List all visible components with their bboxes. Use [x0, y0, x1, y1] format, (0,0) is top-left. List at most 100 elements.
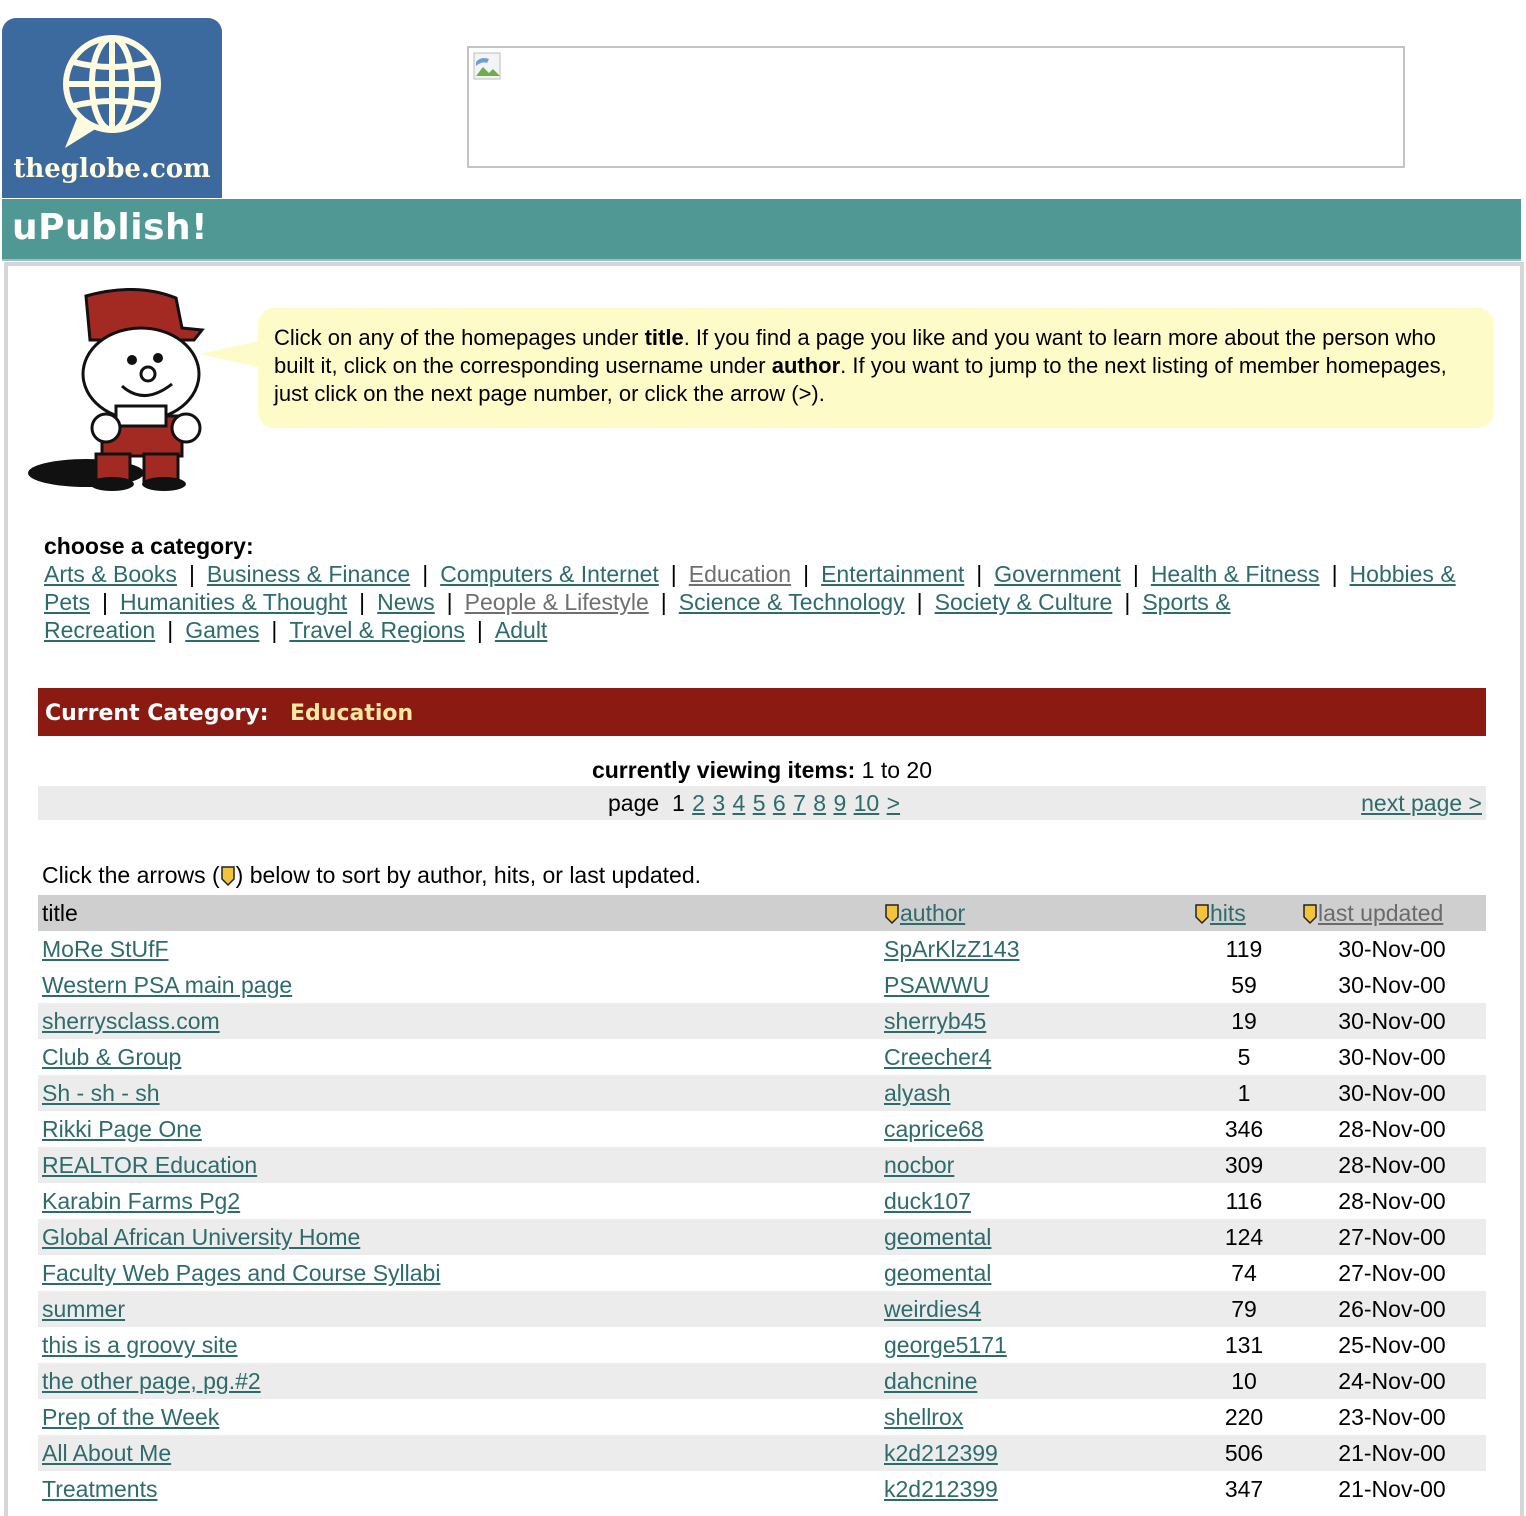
homepage-title-link[interactable]: Karabin Farms Pg2: [42, 1188, 240, 1214]
logo-text: theglobe.com: [13, 154, 211, 184]
table-row: MoRe StUfF SpArKlzZ143 119 30-Nov-00: [38, 931, 1486, 967]
author-link[interactable]: geomental: [884, 1224, 991, 1250]
category-link-government[interactable]: Government: [994, 561, 1121, 587]
author-link[interactable]: k2d212399: [884, 1440, 998, 1466]
page-link-5[interactable]: 5: [753, 790, 766, 816]
category-link-travel-regions[interactable]: Travel & Regions: [289, 617, 465, 643]
author-link[interactable]: caprice68: [884, 1116, 984, 1142]
site-logo[interactable]: theglobe.com: [2, 18, 222, 198]
column-header-last-updated[interactable]: last updated: [1298, 895, 1486, 931]
section-header: uPublish!: [2, 199, 1521, 261]
author-link[interactable]: PSAWWU: [884, 972, 989, 998]
table-row: Karabin Farms Pg2 duck107 116 28-Nov-00: [38, 1183, 1486, 1219]
author-link[interactable]: sherryb45: [884, 1008, 986, 1034]
homepage-title-link[interactable]: sherrysclass.com: [42, 1008, 220, 1034]
page-link-7[interactable]: 7: [793, 790, 806, 816]
table-row: REALTOR Education nocbor 309 28-Nov-00: [38, 1147, 1486, 1183]
category-link-adult[interactable]: Adult: [495, 617, 547, 643]
page-link-4[interactable]: 4: [733, 790, 746, 816]
updated-value: 21-Nov-00: [1338, 1475, 1446, 1502]
homepage-title-link[interactable]: Treatments: [42, 1476, 157, 1502]
category-link-arts-books[interactable]: Arts & Books: [44, 561, 177, 587]
updated-value: 21-Nov-00: [1298, 1435, 1486, 1471]
author-link[interactable]: george5171: [884, 1332, 1007, 1358]
category-link-society-culture[interactable]: Society & Culture: [935, 589, 1113, 615]
page-link-3[interactable]: 3: [712, 790, 725, 816]
homepage-title-link[interactable]: All About Me: [42, 1440, 171, 1466]
page-link-2[interactable]: 2: [692, 790, 705, 816]
category-link-entertainment[interactable]: Entertainment: [821, 561, 964, 587]
author-link[interactable]: shellrox: [884, 1404, 963, 1430]
homepage-title-link[interactable]: REALTOR Education: [42, 1152, 257, 1178]
author-link[interactable]: nocbor: [884, 1152, 954, 1178]
updated-value: 30-Nov-00: [1298, 1003, 1486, 1039]
author-link[interactable]: duck107: [884, 1188, 971, 1214]
banner-ad[interactable]: [467, 46, 1405, 168]
column-header-title: title: [38, 895, 880, 931]
author-link[interactable]: alyash: [884, 1080, 950, 1106]
table-header-row: title author hits last updated: [38, 895, 1486, 931]
author-link[interactable]: dahcnine: [884, 1368, 977, 1394]
current-category-value: Education: [290, 701, 414, 726]
updated-value: 30-Nov-00: [1338, 935, 1446, 962]
homepage-title-link[interactable]: Prep of the Week: [42, 1404, 219, 1430]
category-link-games[interactable]: Games: [185, 617, 259, 643]
homepage-title-link[interactable]: Faculty Web Pages and Course Syllabi: [42, 1260, 440, 1286]
sort-by-author-link[interactable]: author: [900, 900, 965, 926]
category-link-health-fitness[interactable]: Health & Fitness: [1151, 561, 1320, 587]
table-row: this is a groovy site george5171 131 25-Nov…: [38, 1327, 1486, 1363]
current-category-label: Current Category:: [45, 701, 269, 726]
category-link-people-lifestyle[interactable]: People & Lifestyle: [465, 589, 649, 615]
page-next-arrow[interactable]: >: [887, 790, 900, 816]
homepage-title-link[interactable]: Western PSA main page: [42, 972, 292, 998]
sort-arrow-icon[interactable]: [884, 903, 900, 925]
author-link[interactable]: Creecher4: [884, 1044, 991, 1070]
homepage-title-link[interactable]: Sh - sh - sh: [42, 1080, 160, 1106]
homepage-title-link[interactable]: summer: [42, 1296, 125, 1322]
sort-arrow-icon[interactable]: [1194, 903, 1210, 925]
author-link[interactable]: k2d212399: [884, 1476, 998, 1502]
homepage-title-link[interactable]: the other page, pg.#2: [42, 1368, 261, 1394]
category-link-science-technology[interactable]: Science & Technology: [679, 589, 905, 615]
hits-value: 10: [1190, 1363, 1298, 1399]
updated-value: 23-Nov-00: [1338, 1403, 1446, 1430]
author-link[interactable]: weirdies4: [884, 1296, 981, 1322]
column-header-hits[interactable]: hits: [1190, 895, 1298, 931]
next-page-link[interactable]: next page >: [1361, 790, 1482, 817]
sort-by-updated-link[interactable]: last updated: [1318, 900, 1443, 926]
section-title: uPublish!: [12, 207, 209, 248]
category-link-computers-internet[interactable]: Computers & Internet: [440, 561, 659, 587]
hits-value: 131: [1224, 1331, 1264, 1358]
homepage-title-link[interactable]: this is a groovy site: [42, 1332, 238, 1358]
category-link-humanities-thought[interactable]: Humanities & Thought: [120, 589, 347, 615]
column-header-author[interactable]: author: [880, 895, 1190, 931]
page-link-6[interactable]: 6: [773, 790, 786, 816]
author-link[interactable]: geomental: [884, 1260, 991, 1286]
homepage-table: title author hits last updated MoRe StUf…: [38, 895, 1486, 1507]
category-link-news[interactable]: News: [377, 589, 435, 615]
viewing-range: currently viewing items: 1 to 20: [38, 757, 1486, 784]
category-link-business-finance[interactable]: Business & Finance: [207, 561, 410, 587]
homepage-title-link[interactable]: Global African University Home: [42, 1224, 360, 1250]
viewing-range-value: 1 to 20: [861, 757, 933, 783]
table-row: summer weirdies4 79 26-Nov-00: [38, 1291, 1486, 1327]
speech-bubble-tail: [200, 340, 262, 368]
homepage-title-link[interactable]: Rikki Page One: [42, 1116, 202, 1142]
category-link-education[interactable]: Education: [689, 561, 791, 587]
homepage-title-link[interactable]: MoRe StUfF: [42, 936, 169, 962]
pagination: page 1 2 3 4 5 6 7 8 9 10 > next page >: [38, 786, 1486, 820]
category-nav: choose a category: Arts & Books | Business…: [44, 532, 1464, 644]
hits-value: 506: [1190, 1435, 1298, 1471]
sort-arrow-icon[interactable]: [1302, 903, 1318, 925]
table-row: sherrysclass.com sherryb45 19 30-Nov-00: [38, 1003, 1486, 1039]
hits-value: 5: [1237, 1043, 1251, 1070]
table-row: Treatments k2d212399 347 21-Nov-00: [38, 1471, 1486, 1507]
homepage-title-link[interactable]: Club & Group: [42, 1044, 181, 1070]
sort-by-hits-link[interactable]: hits: [1210, 900, 1246, 926]
updated-value: 30-Nov-00: [1338, 1043, 1446, 1070]
page-link-8[interactable]: 8: [813, 790, 826, 816]
page-link-10[interactable]: 10: [854, 790, 880, 816]
page-link-9[interactable]: 9: [833, 790, 846, 816]
table-row: Faculty Web Pages and Course Syllabi geom…: [38, 1255, 1486, 1291]
author-link[interactable]: SpArKlzZ143: [884, 936, 1020, 962]
